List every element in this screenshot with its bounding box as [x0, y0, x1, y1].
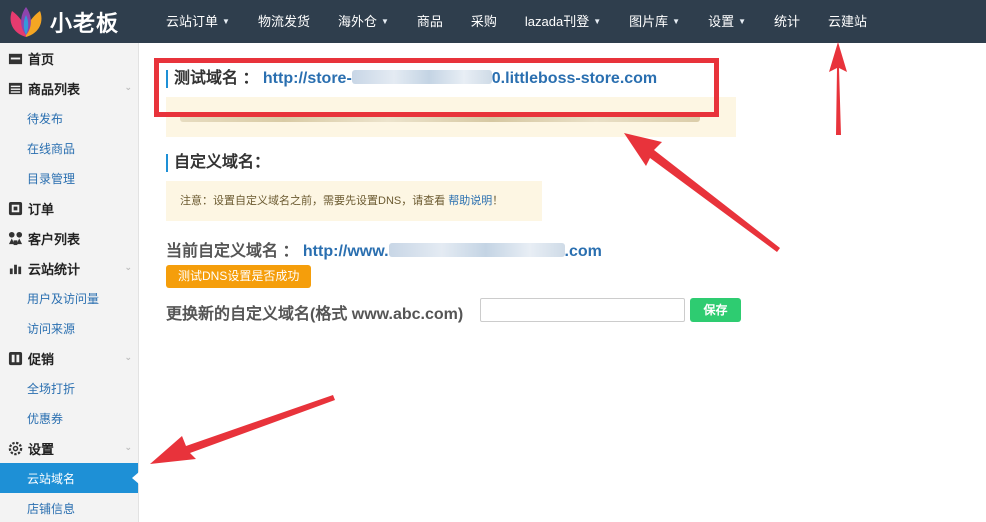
sidebar: 首页 商品列表 ⌄ 待发布 在线商品 目录管理 订单 客户列表 云站统计 ⌄ 用… [0, 43, 139, 522]
sidebar-item-traffic-sources[interactable]: 访问来源 [0, 313, 138, 343]
chevron-down-icon: ⌄ [124, 442, 132, 452]
sidebar-item-site-stats[interactable]: 云站统计 ⌄ [0, 253, 138, 283]
sidebar-item-label: 店铺信息 [27, 501, 76, 516]
sidebar-item-label: 待发布 [27, 111, 64, 126]
sidebar-item-label: 优惠券 [27, 411, 64, 426]
top-navbar: 小老板 云站订单 ▼ 物流发货 海外仓 ▼ 商品 采购 lazada刊登 ▼ 图片库 ▼… [0, 0, 986, 43]
sidebar-item-pending-publish[interactable]: 待发布 [0, 103, 138, 133]
custom-domain-note: 注意：设置自定义域名之前，需要先设置DNS，请查看 帮助说明！ [166, 181, 542, 221]
sidebar-item-site-domain[interactable]: 云站域名 [0, 463, 139, 493]
sidebar-item-label: 商品列表 [28, 81, 81, 97]
nav-logistics[interactable]: 物流发货 [244, 0, 324, 43]
sidebar-item-home[interactable]: 首页 [0, 43, 138, 73]
sidebar-item-store-discount[interactable]: 全场打折 [0, 373, 138, 403]
nav-overseas-warehouse[interactable]: 海外仓 ▼ [324, 0, 403, 43]
nav-cloud-site[interactable]: 云建站 [814, 0, 881, 43]
promo-icon [8, 351, 23, 365]
nav-label: lazada刊登 [524, 14, 590, 29]
sidebar-item-label: 用户及访问量 [27, 291, 100, 306]
sidebar-item-label: 在线商品 [27, 141, 76, 156]
caret-down-icon: ▼ [738, 17, 747, 26]
main-nav: 云站订单 ▼ 物流发货 海外仓 ▼ 商品 采购 lazada刊登 ▼ 图片库 ▼ 设置 ▼… [152, 0, 881, 43]
sidebar-item-customer-list[interactable]: 客户列表 [0, 223, 138, 253]
nav-purchasing[interactable]: 采购 [457, 0, 511, 43]
caret-down-icon: ▼ [380, 17, 389, 26]
app-logo[interactable]: 小老板 [6, 5, 146, 39]
nav-image-library[interactable]: 图片库 ▼ [615, 0, 694, 43]
sidebar-item-label: 全场打折 [27, 381, 76, 396]
nav-lazada-listing[interactable]: lazada刊登 ▼ [511, 0, 615, 43]
list-icon [8, 82, 23, 94]
home-icon [8, 53, 23, 64]
order-icon [8, 201, 23, 215]
annotation-highlight-box [154, 58, 719, 117]
custom-domain-title: 自定义域名： [166, 154, 270, 172]
nav-settings[interactable]: 设置 ▼ [694, 0, 760, 43]
save-button[interactable]: 保存 [690, 298, 741, 322]
nav-label: 云站订单 [166, 14, 219, 29]
redacted-blur [388, 243, 565, 257]
nav-label: 图片库 [629, 14, 669, 29]
chart-icon [9, 264, 22, 274]
sidebar-item-catalog-management[interactable]: 目录管理 [0, 163, 138, 193]
gear-icon [8, 441, 23, 455]
sidebar-item-label: 云站统计 [28, 261, 81, 277]
chevron-down-icon: ⌄ [124, 352, 132, 362]
current-domain-link[interactable]: http://www. .com [303, 243, 602, 260]
sidebar-item-coupons[interactable]: 优惠券 [0, 403, 138, 433]
nav-label: 海外仓 [337, 14, 377, 29]
new-domain-input[interactable] [480, 298, 685, 322]
current-domain-label: 当前自定义域名 ： [166, 243, 299, 260]
nav-products[interactable]: 商品 [403, 0, 457, 43]
note-text: 注意：设置自定义域名之前，需要先设置DNS，请查看 [180, 195, 449, 207]
chevron-down-icon: ⌄ [124, 82, 132, 92]
sidebar-item-store-info[interactable]: 店铺信息 [0, 493, 138, 522]
caret-down-icon: ▼ [222, 17, 230, 26]
nav-label: 设置 [708, 14, 735, 29]
sidebar-item-label: 客户列表 [28, 231, 81, 247]
nav-label: 物流发货 [257, 14, 310, 29]
nav-label: 云建站 [828, 14, 868, 29]
sidebar-item-label: 目录管理 [27, 171, 76, 186]
sidebar-item-label: 首页 [28, 51, 55, 67]
nav-cloud-orders[interactable]: 云站订单 ▼ [152, 0, 244, 43]
sidebar-item-online-products[interactable]: 在线商品 [0, 133, 138, 163]
current-domain-row: 当前自定义域名 ： http://www. .com [166, 237, 602, 261]
sidebar-item-users-visits[interactable]: 用户及访问量 [0, 283, 138, 313]
test-dns-button[interactable]: 测试DNS设置是否成功 [166, 265, 312, 288]
customers-icon [8, 231, 23, 245]
sidebar-item-label: 促销 [28, 351, 55, 367]
nav-label: 统计 [774, 14, 801, 29]
nav-label: 采购 [470, 14, 497, 29]
note-text-end: ！ [492, 195, 504, 207]
sidebar-item-product-list[interactable]: 商品列表 ⌄ [0, 73, 138, 103]
nav-statistics[interactable]: 统计 [760, 0, 814, 43]
current-domain-url-suffix: .com [564, 243, 602, 260]
replace-domain-label: 更换新的自定义域名(格式 www.abc.com) [166, 306, 464, 323]
sidebar-item-settings[interactable]: 设置 ⌄ [0, 433, 138, 463]
sidebar-item-label: 订单 [28, 201, 55, 217]
logo-text: 小老板 [50, 12, 120, 37]
chevron-down-icon: ⌄ [124, 262, 132, 272]
sidebar-item-label: 访问来源 [27, 321, 76, 336]
current-domain-url-prefix: http://www. [302, 243, 389, 260]
caret-down-icon: ▼ [593, 17, 602, 26]
sidebar-item-label: 设置 [28, 441, 55, 457]
nav-label: 商品 [416, 14, 443, 29]
sidebar-item-orders[interactable]: 订单 [0, 193, 138, 223]
help-link[interactable]: 帮助说明 [448, 195, 492, 207]
logo-icon [10, 7, 42, 37]
caret-down-icon: ▼ [672, 17, 681, 26]
sidebar-item-promotions[interactable]: 促销 ⌄ [0, 343, 138, 373]
sidebar-item-label: 云站域名 [27, 471, 76, 486]
